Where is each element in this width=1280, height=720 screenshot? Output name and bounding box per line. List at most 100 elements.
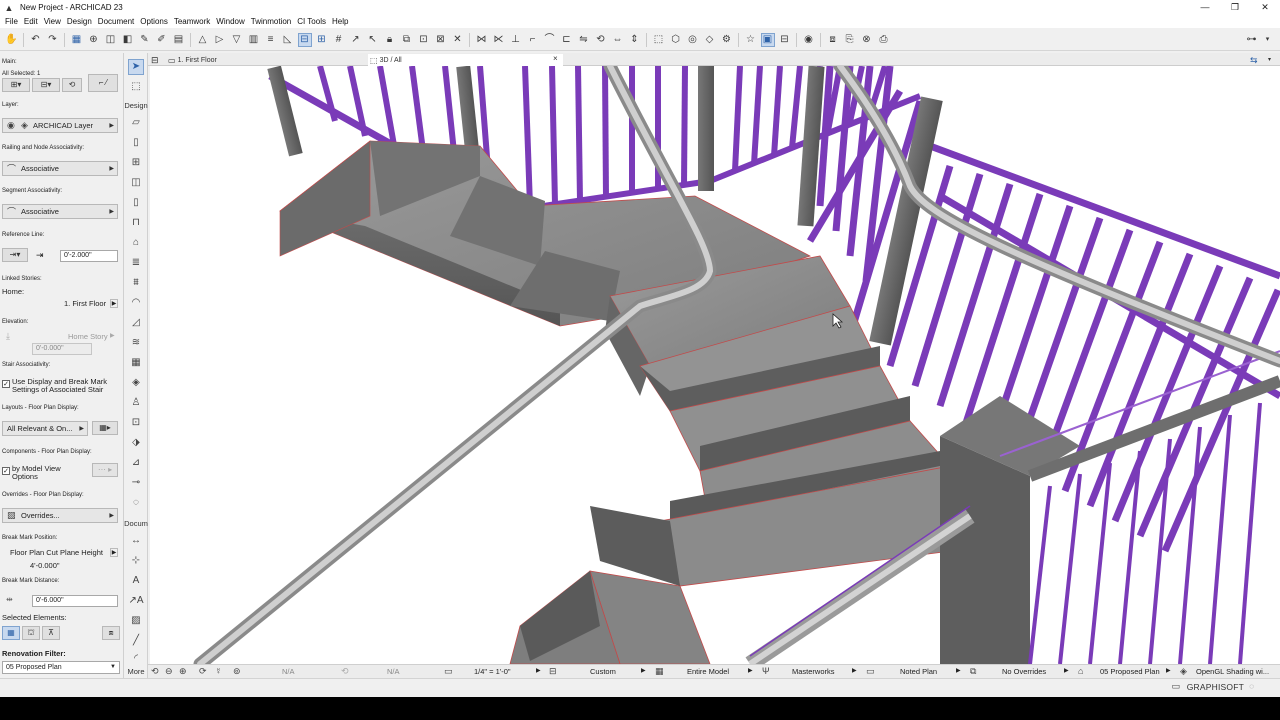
mesh-tool-icon[interactable]: ≋ xyxy=(128,335,144,351)
adjust-icon[interactable]: ⋉ xyxy=(492,33,506,47)
renovation-status-value[interactable]: 05 Proposed Plan xyxy=(1100,667,1160,676)
overrides-dropdown[interactable]: ▧ Overrides... ▶ xyxy=(2,508,118,523)
layer-combination-value[interactable]: Custom xyxy=(590,667,616,676)
lock-icon[interactable]: 🔒︎ xyxy=(383,33,397,47)
trim-icon[interactable]: ⊏ xyxy=(560,33,574,47)
shell-tool-icon[interactable]: ◠ xyxy=(128,295,144,311)
door-tool-icon[interactable]: ▯ xyxy=(128,195,144,211)
home-story-value[interactable]: 1. First Floor xyxy=(64,299,106,308)
railing-tool-icon[interactable]: ⩩ xyxy=(128,275,144,291)
railing-type-button[interactable]: ⊟▾ xyxy=(32,78,60,92)
arc-tool-icon[interactable]: ◜ xyxy=(128,651,144,667)
distribute-icon[interactable]: ✕ xyxy=(451,33,465,47)
curtain-wall-tool-icon[interactable]: ▦ xyxy=(128,355,144,371)
mirror-icon[interactable]: ⇋ xyxy=(577,33,591,47)
chevron-right-icon[interactable]: ▶ xyxy=(1166,667,1171,674)
tab-sync-icon[interactable]: ⇆ xyxy=(1250,54,1258,66)
tab-3d[interactable]: ⬚ 3D / All xyxy=(368,54,563,66)
text-tool-icon[interactable]: A xyxy=(128,573,144,589)
zoom-in-icon[interactable]: ⊕ xyxy=(179,666,187,677)
morph-tool-icon[interactable]: ◿ xyxy=(128,315,144,331)
export-icon[interactable]: ⎘ xyxy=(843,33,857,47)
pen-set-value[interactable]: Masterworks xyxy=(792,667,835,676)
arrow-tool-icon[interactable]: ➤ xyxy=(128,59,144,75)
menu-edit[interactable]: Edit xyxy=(23,17,43,26)
fillet-icon[interactable]: ⌐ xyxy=(526,33,540,47)
tab-3d-close-icon[interactable]: × xyxy=(553,54,558,63)
rotate-icon[interactable]: ⟲ xyxy=(594,33,608,47)
zone-tool-icon[interactable]: ◈ xyxy=(128,375,144,391)
partial-structure-icon[interactable]: ⊟ xyxy=(778,33,792,47)
chevron-right-icon[interactable]: ▶ xyxy=(110,548,118,557)
wall-tool-icon[interactable]: ▱ xyxy=(128,115,144,131)
trace-icon[interactable]: ↗ xyxy=(349,33,363,47)
chevron-right-icon[interactable]: ▶ xyxy=(852,667,857,674)
chevron-right-icon[interactable]: ▶ xyxy=(1064,667,1069,674)
menu-file[interactable]: File xyxy=(4,17,23,26)
label-tool-icon[interactable]: ↗A xyxy=(128,593,144,609)
more-tools-button[interactable]: More xyxy=(124,667,148,676)
align-icon[interactable]: ⊠ xyxy=(434,33,448,47)
menu-ci-tools[interactable]: CI Tools xyxy=(296,17,331,26)
line-type-icon[interactable]: ≡ xyxy=(264,33,278,47)
elevation-icon[interactable]: ◧ xyxy=(121,33,135,47)
break-mark-distance-field[interactable]: 0'-6.000" xyxy=(32,595,118,607)
publish-icon[interactable]: ⧈ xyxy=(826,33,840,47)
shading-value[interactable]: OpenGL Shading wi... xyxy=(1196,667,1269,676)
dimension-value[interactable]: Noted Plan xyxy=(900,667,937,676)
break-mark-pos-value[interactable]: Floor Plan Cut Plane Height xyxy=(10,548,103,557)
reference-line-offset-field[interactable]: 0'-2.000" xyxy=(60,250,118,262)
guide-line-icon[interactable]: ⊟ xyxy=(297,32,312,47)
hatch-icon[interactable]: ▥ xyxy=(247,33,261,47)
cursor-icon[interactable]: ↖ xyxy=(366,33,380,47)
stair-tool-icon[interactable]: ≣ xyxy=(128,255,144,271)
dimension-tool-icon[interactable]: ↔ xyxy=(128,533,144,549)
wall-end-tool-icon[interactable]: ⊸ xyxy=(128,475,144,491)
reference-line-type-button[interactable]: ⇥▾ xyxy=(2,248,28,262)
grid-icon[interactable]: # xyxy=(332,33,346,47)
slab-tool-icon[interactable]: ◫ xyxy=(128,175,144,191)
3d-viewport[interactable] xyxy=(150,66,1280,664)
chevron-right-icon[interactable]: ▶ xyxy=(536,667,541,674)
snap-icon[interactable]: ⊞ xyxy=(315,33,329,47)
walk-icon[interactable]: ☿ xyxy=(215,666,222,676)
overrides-status-value[interactable]: No Overrides xyxy=(1002,667,1046,676)
selection-info-icon[interactable]: ▣ xyxy=(760,32,775,47)
navigator-icon[interactable]: ⊟ xyxy=(151,54,159,66)
zoom-icon[interactable]: ⊕ xyxy=(87,33,101,47)
close-button[interactable]: ✕ xyxy=(1250,0,1280,15)
redo-icon[interactable]: ↷ xyxy=(46,33,60,47)
suspend-group-icon[interactable]: ⊡ xyxy=(417,33,431,47)
model-view-value[interactable]: Entire Model xyxy=(687,667,729,676)
window-tool-icon[interactable]: ⊓ xyxy=(128,215,144,231)
column-tool-icon[interactable]: ▯ xyxy=(128,135,144,151)
triangle-icon[interactable]: △ xyxy=(196,33,210,47)
marquee-tool-icon[interactable]: ⬚ xyxy=(128,79,144,95)
perspective-icon[interactable]: ◇ xyxy=(703,33,717,47)
layer-dropdown[interactable]: ◉ ◈ ARCHICAD Layer ▶ xyxy=(2,118,118,133)
chevron-right-icon[interactable]: ▶ xyxy=(748,667,753,674)
eyedropper-icon[interactable]: ✎ xyxy=(138,33,152,47)
print-icon[interactable]: ⎙ xyxy=(877,33,891,47)
level-dimension-tool-icon[interactable]: ⊹ xyxy=(128,553,144,569)
group-icon[interactable]: ⧉ xyxy=(400,33,414,47)
layout-icon[interactable]: ▤ xyxy=(172,33,186,47)
chevron-right-icon[interactable]: ▶ xyxy=(956,667,961,674)
chevron-down-icon[interactable]: ▾ xyxy=(1268,54,1271,66)
window-layout-icon[interactable]: ▭ xyxy=(1171,681,1180,692)
arrow-icon[interactable]: ▷ xyxy=(213,33,227,47)
syringe-icon[interactable]: ✐ xyxy=(155,33,169,47)
chevron-down-icon[interactable]: ▾ xyxy=(1261,33,1275,47)
menu-teamwork[interactable]: Teamwork xyxy=(173,17,215,26)
floor-plan-icon[interactable]: ▦ xyxy=(70,33,84,47)
use-stair-display-checkbox[interactable]: ✓ xyxy=(2,380,10,388)
layouts-preview-button[interactable]: ▦▸ xyxy=(92,421,118,435)
chevron-right-icon[interactable]: ▶ xyxy=(110,299,118,308)
object-tool-icon[interactable]: ♙ xyxy=(128,395,144,411)
railing-geometry-icon[interactable]: ⌐ ⁄ xyxy=(88,74,118,92)
selected-elements-icon-1[interactable]: ▦ xyxy=(2,626,20,640)
corner-window-tool-icon[interactable]: ⊿ xyxy=(128,455,144,471)
orbit-icon[interactable]: ◎ xyxy=(686,33,700,47)
split-icon[interactable]: ⋈ xyxy=(475,33,489,47)
railing-assoc-dropdown[interactable]: ⌒ Associative ▶ xyxy=(2,161,118,176)
